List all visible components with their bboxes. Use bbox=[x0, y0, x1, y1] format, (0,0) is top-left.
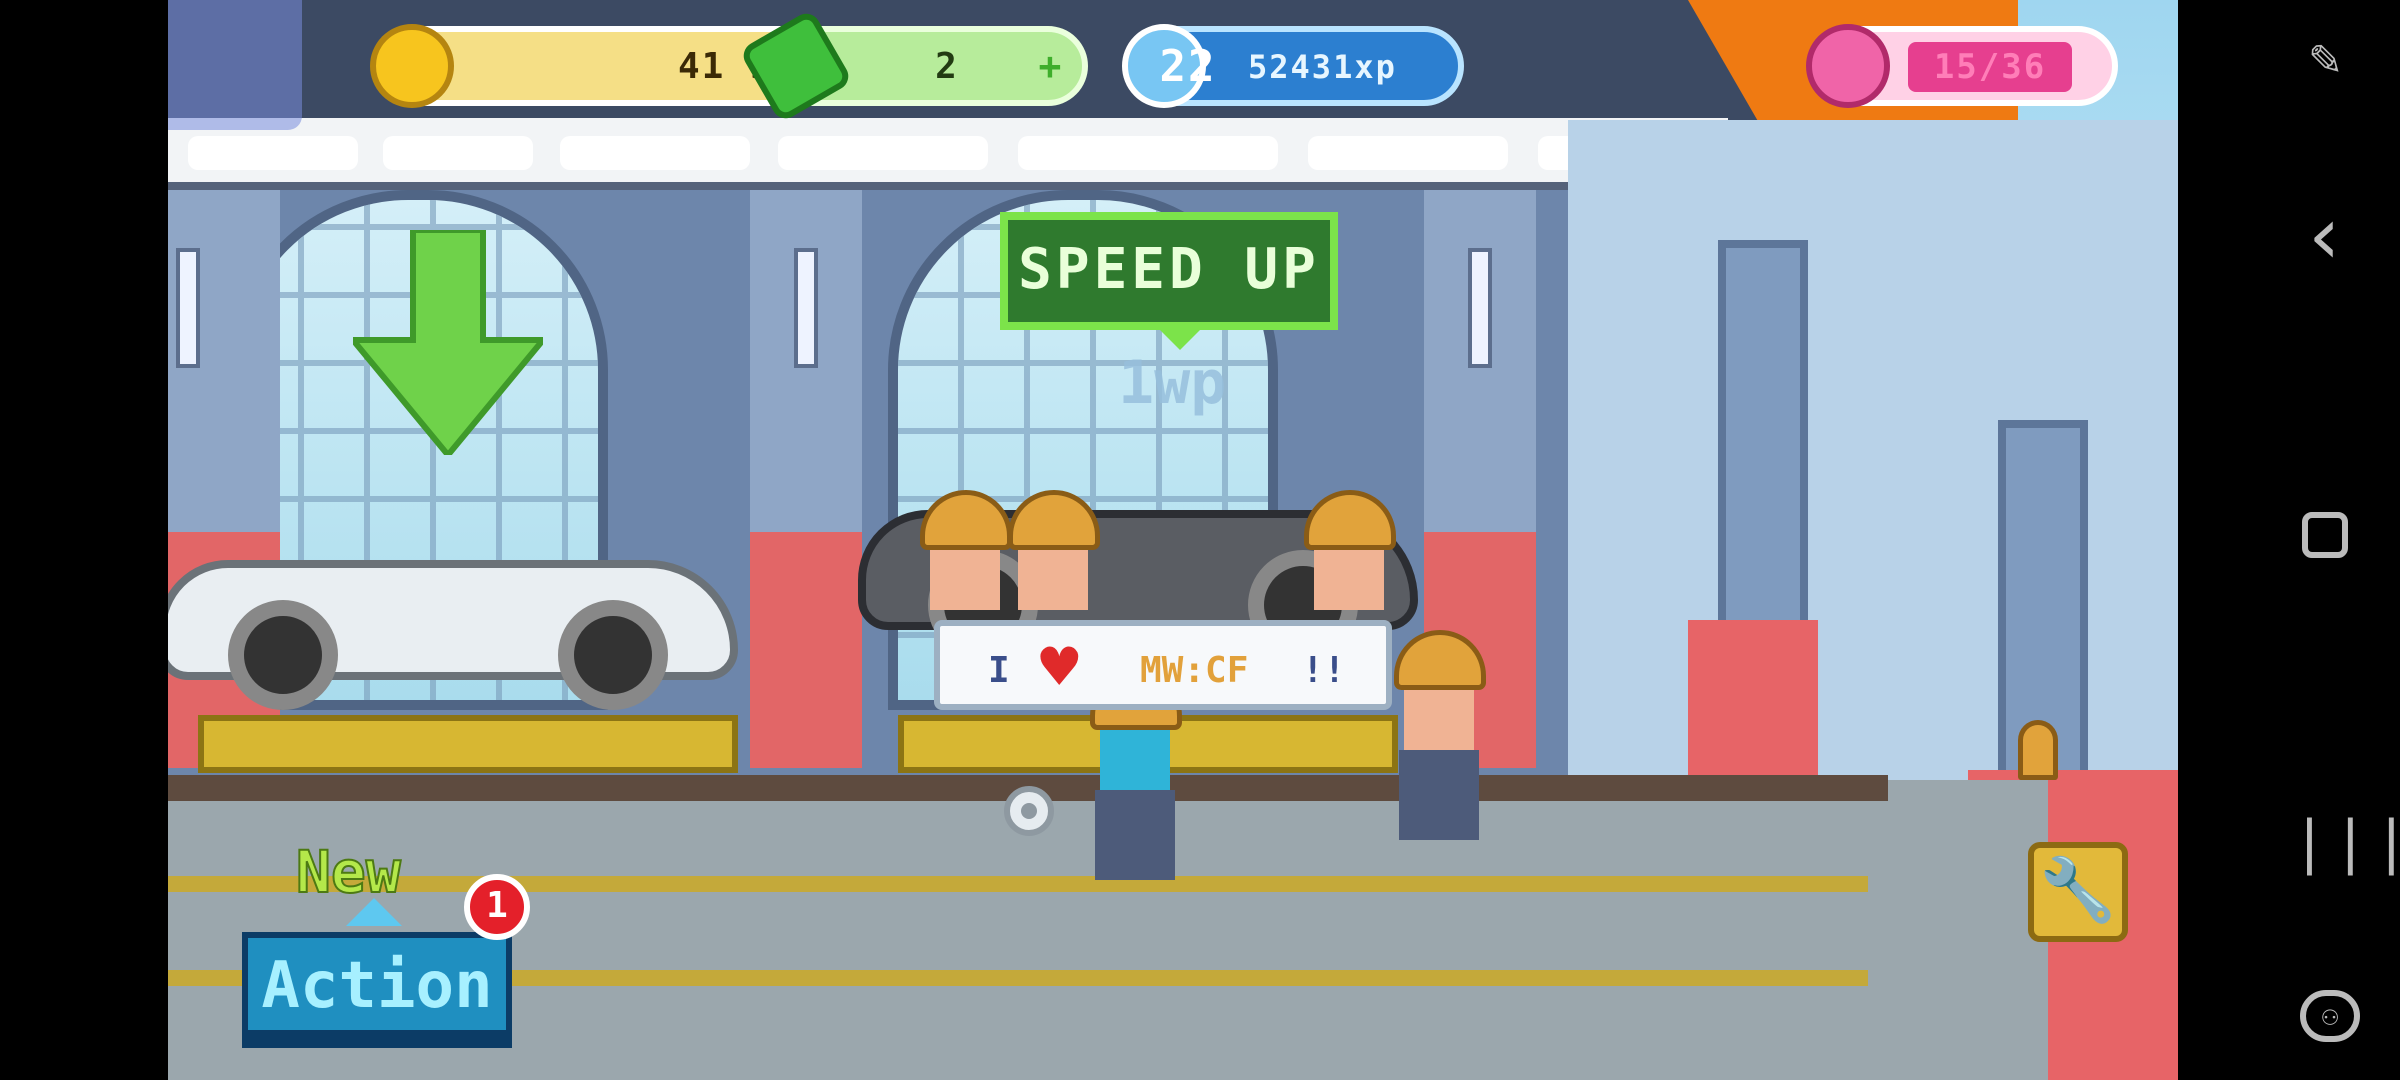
screenshot-edit-icon[interactable]: ✎ bbox=[2290, 28, 2360, 88]
back-button[interactable]: ‹ bbox=[2290, 196, 2360, 276]
donut-counter[interactable]: 15/36 bbox=[1806, 24, 2118, 108]
home-button[interactable] bbox=[2302, 512, 2348, 558]
recents-button[interactable]: ||| bbox=[2292, 812, 2400, 872]
mechanic-worker[interactable] bbox=[1304, 490, 1396, 610]
gear-icon bbox=[1004, 786, 1054, 836]
dollar-coin-icon bbox=[370, 24, 454, 108]
speed-up-tail bbox=[1158, 328, 1202, 350]
wrench-button[interactable]: 🔧 bbox=[2028, 842, 2128, 942]
sign-text-end: !! bbox=[1302, 650, 1346, 691]
pillar bbox=[750, 178, 862, 768]
mechanic-worker-partial[interactable] bbox=[2018, 720, 2058, 780]
mechanic-worker[interactable] bbox=[1008, 490, 1100, 610]
game-tools-button[interactable]: ⚇ bbox=[2300, 990, 2360, 1042]
add-cash-button[interactable]: + bbox=[1030, 44, 1070, 88]
player-level: 22 bbox=[1159, 41, 1217, 92]
game-viewport[interactable]: SPEED UP 1wp I ♥ MW:CF !! 41 925 + 2 + bbox=[168, 0, 2178, 1080]
player-avatar[interactable] bbox=[168, 0, 302, 130]
action-button[interactable]: Action bbox=[242, 932, 512, 1048]
new-label: New bbox=[295, 837, 402, 907]
arrow-down-icon[interactable] bbox=[353, 230, 543, 455]
notification-badge: 1 bbox=[464, 874, 530, 940]
speed-up-button[interactable]: SPEED UP bbox=[1000, 212, 1338, 330]
xp-bar[interactable]: 22 52431xp bbox=[1122, 24, 1464, 108]
car-chassis-white[interactable] bbox=[168, 470, 738, 710]
cash-value: 2 bbox=[935, 46, 959, 87]
cash-counter[interactable]: 2 + bbox=[738, 8, 1088, 124]
new-pointer bbox=[346, 898, 402, 926]
assembly-rail bbox=[198, 715, 738, 773]
heart-icon: ♥ bbox=[1040, 631, 1079, 705]
frieze bbox=[168, 118, 1728, 190]
system-nav-bar bbox=[2178, 0, 2400, 1080]
screen: SPEED UP 1wp I ♥ MW:CF !! 41 925 + 2 + bbox=[0, 0, 2400, 1080]
mechanic-worker[interactable] bbox=[920, 490, 1012, 610]
car-banner-sign: I ♥ MW:CF !! bbox=[934, 620, 1392, 710]
sign-text-start: I bbox=[988, 650, 1010, 691]
sign-text-brand: MW:CF bbox=[1140, 650, 1249, 691]
mechanic-worker[interactable] bbox=[1394, 630, 1486, 840]
wrench-icon: 🔧 bbox=[2039, 853, 2117, 926]
donut-value: 15/36 bbox=[1908, 42, 2072, 92]
donut-icon bbox=[1806, 24, 1890, 108]
xp-value: 52431xp bbox=[1248, 48, 1397, 86]
floating-points: 1wp bbox=[1118, 348, 1227, 418]
